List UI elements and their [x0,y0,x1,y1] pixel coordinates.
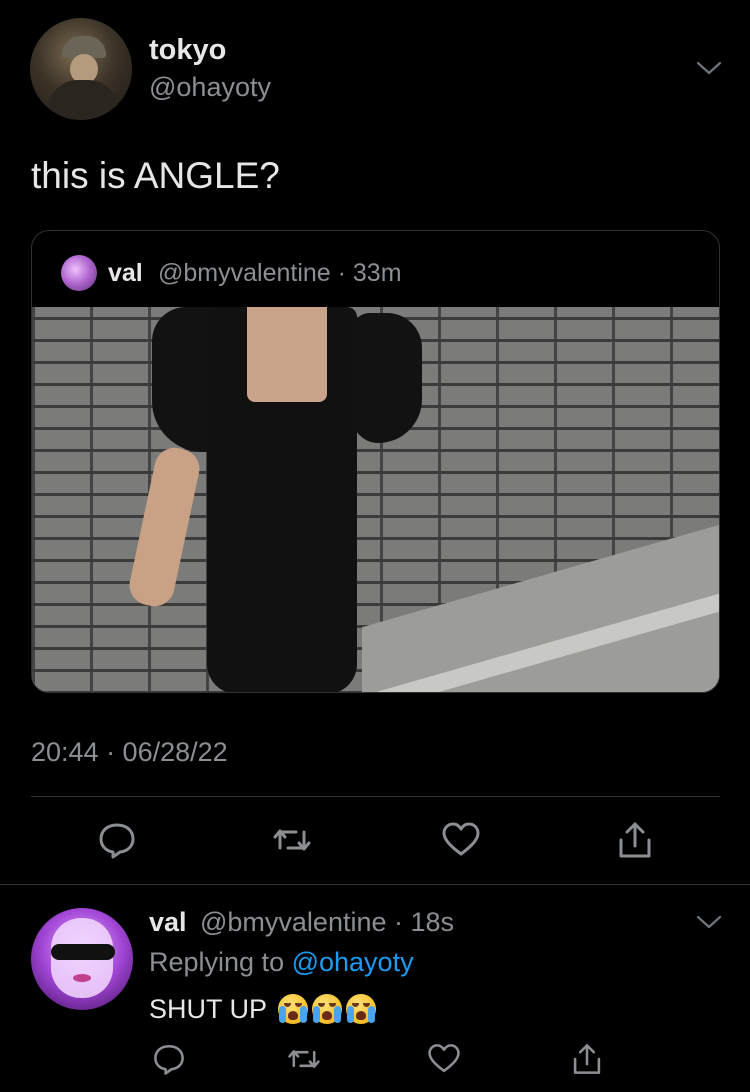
reply-icon[interactable] [152,1042,186,1076]
quoted-tweet-header: val @bmyvalentine · 33m [32,231,719,307]
tweet-text: this is ANGLE? [31,155,280,196]
reply-author-avatar[interactable] [31,908,133,1010]
retweet-icon[interactable] [287,1042,321,1076]
reply-author-meta[interactable]: @bmyvalentine · 18s [200,907,454,938]
author-avatar[interactable] [30,18,132,120]
reply-text-content: SHUT UP [149,994,267,1024]
reply-author-name[interactable]: val [149,907,187,938]
loudly-crying-face-icon [278,994,309,1024]
photo-sleeve-right [352,313,422,443]
replying-to-mention[interactable]: @ohayoty [292,947,414,977]
avatar-body [48,80,118,120]
quoted-author-avatar [61,255,97,291]
reply-text: SHUT UP [149,994,377,1025]
avatar-lips [73,974,91,982]
replying-to-prefix: Replying to [149,947,292,977]
author-handle[interactable]: @ohayoty [149,72,271,103]
quoted-author-meta: @bmyvalentine · 33m [158,259,402,287]
divider [31,796,720,797]
avatar-sunglasses [51,944,115,960]
quoted-author-name: val [108,259,143,287]
reply-icon[interactable] [97,820,137,860]
retweet-icon[interactable] [272,820,312,860]
author-display-name[interactable]: tokyo [149,34,226,67]
loudly-crying-face-icon [346,994,377,1024]
chevron-down-icon[interactable] [695,58,723,78]
photo-person-black-dress [125,307,422,692]
divider [0,884,750,885]
like-icon[interactable] [441,820,481,860]
quoted-tweet-photo[interactable] [32,307,719,692]
replying-to: Replying to @ohayoty [149,947,414,978]
chevron-down-icon[interactable] [695,912,723,932]
tweet-timestamp[interactable]: 20:44 · 06/28/22 [31,737,228,768]
share-icon[interactable] [570,1042,604,1076]
like-icon[interactable] [427,1042,461,1076]
share-icon[interactable] [615,820,655,860]
quoted-tweet-card[interactable]: val @bmyvalentine · 33m [31,230,720,693]
loudly-crying-face-icon [312,994,343,1024]
photo-neckline [247,307,327,402]
